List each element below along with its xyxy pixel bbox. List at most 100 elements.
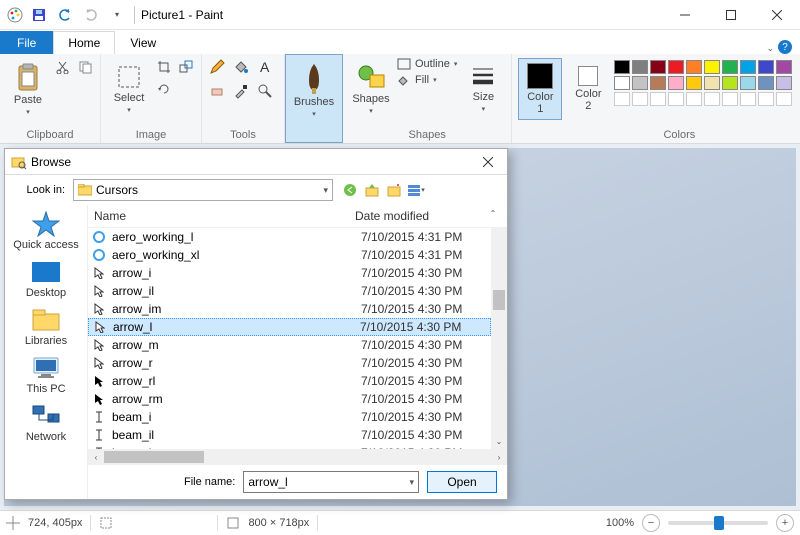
place-this-pc[interactable]: This PC [26,355,65,395]
redo-icon[interactable] [80,4,102,26]
help-icon[interactable]: ? [778,40,792,54]
eraser-icon[interactable] [208,82,226,100]
up-icon[interactable] [363,181,381,199]
file-row[interactable]: arrow_i7/10/2015 4:30 PM [88,264,491,282]
place-quick-access[interactable]: Quick access [13,211,78,251]
palette-swatch-empty[interactable] [668,92,684,106]
palette-swatch[interactable] [740,76,756,90]
palette-swatch-empty[interactable] [740,92,756,106]
palette-swatch-empty[interactable] [614,92,630,106]
paste-button[interactable]: Paste ▾ [6,58,50,120]
palette-swatch-empty[interactable] [686,92,702,106]
dialog-close-button[interactable] [475,152,501,172]
palette-swatch[interactable] [704,60,720,74]
tab-home[interactable]: Home [53,31,115,54]
file-row[interactable]: arrow_m7/10/2015 4:30 PM [88,336,491,354]
close-button[interactable] [754,0,800,29]
text-icon[interactable]: A [256,58,274,76]
palette-swatch[interactable] [758,60,774,74]
palette-swatch-empty[interactable] [704,92,720,106]
file-row[interactable]: arrow_im7/10/2015 4:30 PM [88,300,491,318]
scroll-right-icon[interactable]: › [491,453,507,462]
palette-swatch[interactable] [686,60,702,74]
palette-swatch-empty[interactable] [650,92,666,106]
place-libraries[interactable]: Libraries [25,307,67,347]
palette-swatch[interactable] [722,60,738,74]
undo-icon[interactable] [54,4,76,26]
shapes-button[interactable]: Shapes ▾ [349,58,393,120]
hscrollbar-thumb[interactable] [104,451,204,463]
brushes-button[interactable]: Brushes ▾ [292,59,336,121]
fill-button[interactable]: Fill▾ [397,74,457,86]
palette-swatch[interactable] [776,76,792,90]
palette-swatch[interactable] [776,60,792,74]
palette-swatch[interactable] [632,76,648,90]
maximize-button[interactable] [708,0,754,29]
place-network[interactable]: Network [26,403,66,443]
file-row[interactable]: arrow_rl7/10/2015 4:30 PM [88,372,491,390]
palette-swatch[interactable] [686,76,702,90]
palette-swatch-empty[interactable] [758,92,774,106]
zoom-out-button[interactable]: − [642,514,660,532]
col-name[interactable]: Name [94,209,355,223]
file-row[interactable]: aero_working_xl7/10/2015 4:31 PM [88,246,491,264]
palette-swatch-empty[interactable] [632,92,648,106]
tab-file[interactable]: File [0,31,53,54]
dialog-titlebar[interactable]: Browse [5,149,507,175]
palette-swatch[interactable] [722,76,738,90]
eyedropper-icon[interactable] [232,82,250,100]
palette-swatch[interactable] [650,76,666,90]
views-icon[interactable]: ▾ [407,181,425,199]
crop-icon[interactable] [155,58,173,76]
scroll-up-icon[interactable]: ⌃ [485,209,501,223]
palette-swatch[interactable] [668,76,684,90]
zoom-slider-thumb[interactable] [714,516,724,530]
palette-swatch[interactable] [650,60,666,74]
qat-customize-icon[interactable]: ▾ [106,4,128,26]
file-row[interactable]: arrow_rm7/10/2015 4:30 PM [88,390,491,408]
size-button[interactable]: Size ▾ [461,58,505,120]
scrollbar-thumb[interactable] [493,290,505,310]
file-row[interactable]: arrow_il7/10/2015 4:30 PM [88,282,491,300]
file-row[interactable]: beam_il7/10/2015 4:30 PM [88,426,491,444]
rotate-icon[interactable] [155,80,173,98]
horizontal-scrollbar[interactable]: ‹ › [88,449,507,465]
outline-button[interactable]: Outline▾ [397,58,457,70]
color1-button[interactable]: Color 1 [518,58,562,120]
minimize-button[interactable] [662,0,708,29]
file-row[interactable]: beam_i7/10/2015 4:30 PM [88,408,491,426]
palette-swatch-empty[interactable] [722,92,738,106]
palette-swatch[interactable] [704,76,720,90]
scroll-down-icon[interactable]: ⌄ [491,433,507,449]
color-palette[interactable] [614,58,792,106]
file-row[interactable]: arrow_l7/10/2015 4:30 PM [88,318,491,336]
file-row[interactable]: aero_working_l7/10/2015 4:31 PM [88,228,491,246]
palette-swatch[interactable] [668,60,684,74]
save-icon[interactable] [28,4,50,26]
lookin-combo[interactable]: Cursors ▾ [73,179,333,201]
edit-colors-button[interactable]: Edit colors [796,58,800,120]
filename-combo[interactable]: arrow_l ▾ [243,471,419,493]
copy-icon[interactable] [76,58,94,76]
palette-swatch[interactable] [632,60,648,74]
zoom-slider[interactable] [668,521,768,525]
palette-swatch[interactable] [740,60,756,74]
palette-swatch[interactable] [614,60,630,74]
ribbon-collapse-icon[interactable]: ⌄ [766,43,774,54]
zoom-in-button[interactable]: + [776,514,794,532]
file-list[interactable]: aero_working_l7/10/2015 4:31 PMaero_work… [88,228,491,449]
palette-swatch[interactable] [758,76,774,90]
scroll-left-icon[interactable]: ‹ [88,453,104,462]
back-icon[interactable] [341,181,359,199]
file-list-header[interactable]: Name Date modified ⌃ [88,205,507,228]
open-button[interactable]: Open [427,471,497,493]
tab-view[interactable]: View [115,31,171,54]
select-button[interactable]: Select ▾ [107,58,151,120]
col-date[interactable]: Date modified [355,209,485,223]
fill-icon[interactable] [232,58,250,76]
magnifier-icon[interactable] [256,82,274,100]
place-desktop[interactable]: Desktop [26,259,66,299]
palette-swatch[interactable] [614,76,630,90]
file-row[interactable]: arrow_r7/10/2015 4:30 PM [88,354,491,372]
pencil-icon[interactable] [208,58,226,76]
